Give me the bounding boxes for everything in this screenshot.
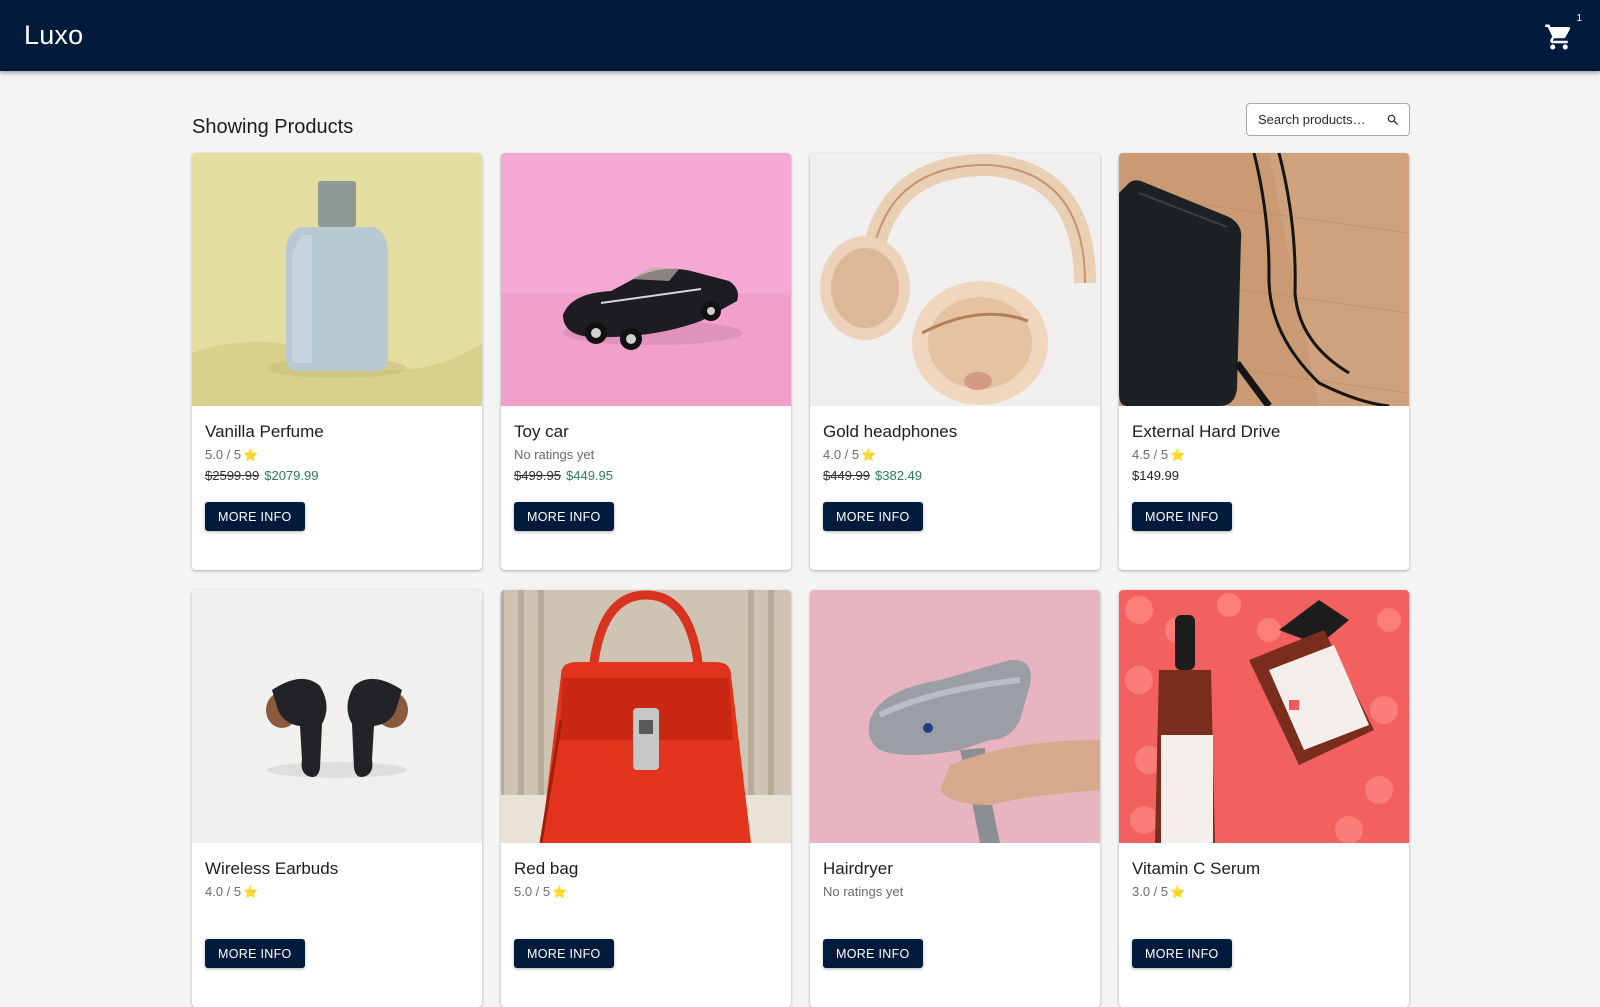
star-icon: ⭐	[1170, 448, 1186, 462]
star-icon: ⭐	[1170, 885, 1186, 899]
star-icon: ⭐	[243, 448, 259, 462]
sale-price: $449.95	[566, 468, 613, 483]
product-name: Red bag	[514, 859, 579, 878]
rating-text: 5.0 / 5	[514, 884, 551, 899]
product-name: Gold headphones	[823, 422, 958, 441]
cart-count-badge: 1	[1576, 12, 1582, 24]
app-bar: Luxo 1	[0, 0, 1600, 71]
page-title: Showing Products	[192, 116, 354, 138]
more-info-button[interactable]: MORE INFO	[205, 939, 305, 968]
product-name: Wireless Earbuds	[205, 859, 339, 878]
product-name: External Hard Drive	[1132, 422, 1281, 441]
rating-text: 4.5 / 5	[1132, 447, 1169, 462]
regular-price: $149.99	[1132, 468, 1179, 483]
rating-text: 5.0 / 5	[205, 447, 242, 462]
star-icon: ⭐	[243, 885, 259, 899]
original-price: $2599.99	[205, 468, 260, 483]
product-rating: 4.5 / 5 ⭐	[1132, 447, 1396, 465]
product-name: Toy car	[514, 422, 569, 441]
headphones-image[interactable]	[810, 153, 1100, 406]
star-icon: ⭐	[552, 885, 568, 899]
serum-bottles-image[interactable]	[1119, 590, 1409, 843]
more-info-button[interactable]: MORE INFO	[823, 939, 923, 968]
product-rating: 5.0 / 5 ⭐	[205, 447, 469, 465]
product-rating: 5.0 / 5 ⭐	[514, 884, 778, 902]
product-card-toy-car[interactable]: Toy car No ratings yet $499.95 $449.95 MO…	[501, 153, 791, 570]
product-card-vitamin-c-serum[interactable]: Vitamin C Serum 3.0 / 5 ⭐ MORE INFO	[1119, 590, 1409, 1007]
listing-toolbar: Showing Products	[192, 71, 1410, 153]
product-rating: No ratings yet	[823, 884, 1087, 902]
product-price: $499.95 $449.95	[514, 468, 778, 486]
red-bag-image[interactable]	[501, 590, 791, 843]
rating-text: No ratings yet	[514, 447, 595, 462]
product-price: $2599.99 $2079.99	[205, 468, 469, 486]
product-rating: 4.0 / 5 ⭐	[205, 884, 469, 902]
product-rating: 3.0 / 5 ⭐	[1132, 884, 1396, 902]
product-card-hairdryer[interactable]: Hairdryer No ratings yet MORE INFO	[810, 590, 1100, 1007]
shopping-cart-icon	[1545, 24, 1571, 49]
rating-text: No ratings yet	[823, 884, 904, 899]
search-icon[interactable]	[1386, 113, 1400, 127]
original-price: $449.99	[823, 468, 870, 483]
search-box[interactable]	[1246, 103, 1410, 136]
perfume-bottle-image[interactable]	[192, 153, 482, 406]
more-info-button[interactable]: MORE INFO	[514, 502, 614, 531]
product-rating: 4.0 / 5 ⭐	[823, 447, 1087, 465]
product-price	[1132, 905, 1396, 923]
product-grid: Vanilla Perfume 5.0 / 5 ⭐ $2599.99 $2079.9…	[192, 153, 1410, 1007]
more-info-button[interactable]: MORE INFO	[205, 502, 305, 531]
sale-price: $382.49	[875, 468, 922, 483]
rating-text: 3.0 / 5	[1132, 884, 1169, 899]
product-price: $149.99	[1132, 468, 1396, 486]
more-info-button[interactable]: MORE INFO	[823, 502, 923, 531]
product-listing: Showing Products Vanilla Perf	[192, 71, 1410, 1007]
earbuds-image[interactable]	[192, 590, 482, 843]
more-info-button[interactable]: MORE INFO	[1132, 939, 1232, 968]
more-info-button[interactable]: MORE INFO	[1132, 502, 1232, 531]
product-name: Vanilla Perfume	[205, 422, 324, 441]
product-price	[514, 905, 778, 923]
rating-text: 4.0 / 5	[823, 447, 860, 462]
search-input[interactable]	[1258, 112, 1382, 127]
product-price	[205, 905, 469, 923]
product-price	[823, 905, 1087, 923]
product-card-vanilla-perfume[interactable]: Vanilla Perfume 5.0 / 5 ⭐ $2599.99 $2079.9…	[192, 153, 482, 570]
original-price: $499.95	[514, 468, 561, 483]
hairdryer-image[interactable]	[810, 590, 1100, 843]
sale-price: $2079.99	[264, 468, 319, 483]
rating-text: 4.0 / 5	[205, 884, 242, 899]
toy-car-image[interactable]	[501, 153, 791, 406]
product-card-gold-headphones[interactable]: Gold headphones 4.0 / 5 ⭐ $449.99 $382.49 …	[810, 153, 1100, 570]
product-card-red-bag[interactable]: Red bag 5.0 / 5 ⭐ MORE INFO	[501, 590, 791, 1007]
cart-button[interactable]: 1	[1544, 13, 1582, 53]
product-card-wireless-earbuds[interactable]: Wireless Earbuds 4.0 / 5 ⭐ MORE INFO	[192, 590, 482, 1007]
more-info-button[interactable]: MORE INFO	[514, 939, 614, 968]
brand-logo[interactable]: Luxo	[24, 20, 83, 51]
product-rating: No ratings yet	[514, 447, 778, 465]
product-card-external-hard-drive[interactable]: External Hard Drive 4.5 / 5 ⭐ $149.99 MOR…	[1119, 153, 1409, 570]
product-price: $449.99 $382.49	[823, 468, 1087, 486]
product-name: Vitamin C Serum	[1132, 859, 1261, 878]
product-name: Hairdryer	[823, 859, 893, 878]
star-icon: ⭐	[861, 448, 877, 462]
hard-drive-image[interactable]	[1119, 153, 1409, 406]
